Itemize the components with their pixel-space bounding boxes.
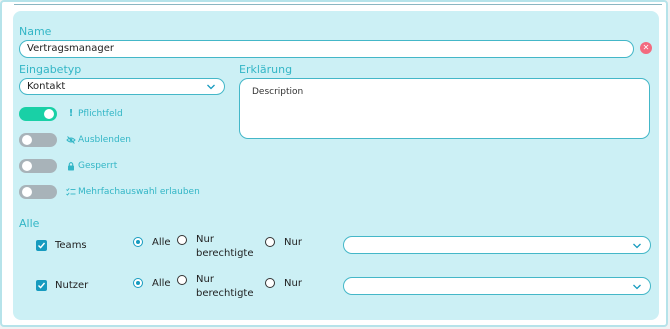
users-radio-only[interactable] — [265, 278, 275, 288]
users-radio-authorized[interactable] — [177, 275, 187, 285]
teams-checkbox[interactable] — [36, 240, 47, 251]
users-radio-authorized-label-2: berechtigte — [196, 288, 254, 299]
multiselect-toggle[interactable] — [19, 185, 57, 199]
description-textarea[interactable]: Description — [239, 78, 650, 139]
exclamation-icon: ! — [68, 108, 74, 119]
teams-radio-authorized-label-1: Nur — [196, 234, 214, 245]
hide-toggle[interactable] — [19, 133, 57, 147]
users-radio-only-label: Nur — [284, 278, 302, 289]
teams-radio-only[interactable] — [265, 237, 275, 247]
required-label: Pflichtfeld — [78, 109, 123, 119]
required-toggle[interactable] — [19, 107, 57, 121]
description-placeholder: Description — [252, 87, 304, 97]
locked-toggle[interactable] — [19, 159, 57, 173]
teams-radio-authorized[interactable] — [177, 235, 187, 245]
teams-radio-all[interactable] — [133, 237, 143, 247]
name-input[interactable]: Vertragsmanager — [19, 40, 634, 58]
users-checkbox[interactable] — [36, 280, 47, 291]
input-type-select[interactable]: Kontakt — [19, 78, 225, 95]
users-select[interactable] — [343, 277, 651, 295]
close-icon: ✕ — [642, 43, 650, 52]
toggle-knob — [22, 187, 32, 197]
toggle-knob — [22, 161, 32, 171]
teams-label: Teams — [55, 240, 87, 251]
eye-off-icon — [66, 136, 76, 144]
locked-label: Gesperrt — [78, 161, 118, 171]
users-radio-all[interactable] — [133, 278, 143, 288]
users-label: Nutzer — [55, 280, 89, 291]
chevron-down-icon — [633, 284, 641, 290]
description-label: Erklärung — [239, 63, 293, 76]
hide-label: Ausblenden — [78, 135, 131, 145]
chevron-down-icon — [633, 243, 641, 249]
chevron-down-icon — [207, 84, 215, 90]
checklist-icon — [66, 188, 76, 196]
users-radio-all-label: Alle — [152, 278, 171, 289]
visibility-label: Alle — [19, 217, 40, 230]
multiselect-label: Mehrfachauswahl erlauben — [78, 187, 200, 197]
toggle-knob — [22, 135, 32, 145]
checkmark-icon — [38, 242, 46, 249]
users-radio-authorized-label-1: Nur — [196, 274, 214, 285]
clear-name-button[interactable]: ✕ — [640, 42, 652, 54]
input-type-label: Eingabetyp — [19, 63, 82, 76]
field-settings-panel: Name Vertragsmanager ✕ Eingabetyp Kontak… — [13, 11, 659, 320]
name-label: Name — [19, 25, 52, 38]
lock-icon — [68, 162, 74, 171]
teams-radio-only-label: Nur — [284, 237, 302, 248]
teams-radio-authorized-label-2: berechtigte — [196, 248, 254, 259]
checkmark-icon — [38, 282, 46, 289]
toggle-knob — [44, 109, 54, 119]
teams-radio-all-label: Alle — [152, 237, 171, 248]
input-type-value: Kontakt — [27, 81, 66, 92]
teams-select[interactable] — [343, 236, 651, 254]
